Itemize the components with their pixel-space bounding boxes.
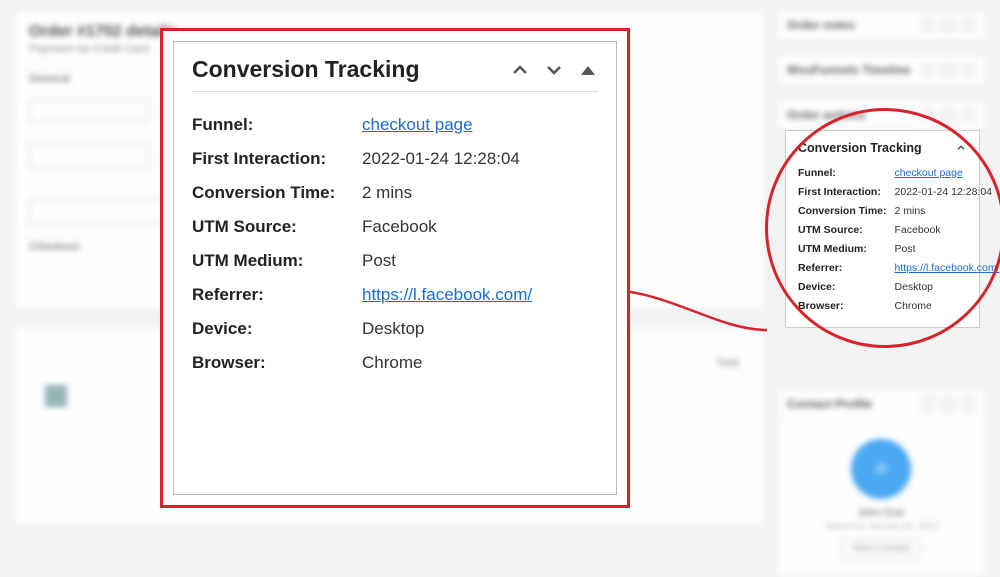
contact-joined: Joined On January 24, 2022	[785, 521, 977, 531]
tracking-title: Conversion Tracking	[798, 141, 922, 155]
popup-row-referrer: Referrer:https://l.facebook.com/	[192, 278, 598, 312]
tracking-row-referrer: Referrer:https://l.facebook.com/	[798, 258, 1000, 277]
popup-row-conversion-time: Conversion Time:2 mins	[192, 176, 598, 210]
popup-row-funnel: Funnel:checkout page	[192, 108, 598, 142]
move-down-icon[interactable]	[544, 60, 564, 80]
zoom-popup: Conversion Tracking Funnel:checkout page…	[160, 28, 630, 508]
panel-order-notes[interactable]: Order notes	[776, 10, 986, 41]
panel-conversion-tracking: Conversion Tracking Funnel:checkout page…	[785, 130, 980, 328]
collapse-popup-icon[interactable]	[578, 60, 598, 80]
contact-name: John Doe	[785, 507, 977, 519]
panel-contact-profile[interactable]: Contact Profile JD John Doe Joined On Ja…	[776, 389, 986, 577]
popup-referrer-link[interactable]: https://l.facebook.com/	[362, 285, 532, 304]
tracking-row-conversion-time: Conversion Time:2 mins	[798, 201, 1000, 220]
tracking-row-utm-source: UTM Source:Facebook	[798, 220, 1000, 239]
collapse-icon[interactable]	[955, 142, 967, 154]
move-up-icon[interactable]	[510, 60, 530, 80]
tracking-row-utm-medium: UTM Medium:Post	[798, 239, 1000, 258]
referrer-link[interactable]: https://l.facebook.com/	[895, 262, 1000, 274]
tracking-row-first-interaction: First Interaction:2022-01-24 12:28:04	[798, 182, 1000, 201]
avatar: JD	[851, 439, 911, 499]
popup-row-first-interaction: First Interaction:2022-01-24 12:28:04	[192, 142, 598, 176]
popup-funnel-link[interactable]: checkout page	[362, 115, 473, 134]
popup-row-device: Device:Desktop	[192, 312, 598, 346]
popup-row-utm-source: UTM Source:Facebook	[192, 210, 598, 244]
panel-order-actions[interactable]: Order actions	[776, 100, 986, 131]
customer-select[interactable]	[29, 199, 169, 223]
tracking-row-browser: Browser:Chrome	[798, 296, 1000, 315]
funnel-link[interactable]: checkout page	[895, 167, 963, 179]
popup-title: Conversion Tracking	[192, 56, 420, 83]
view-contact-button[interactable]: View Contact	[841, 539, 922, 558]
tracking-row-funnel: Funnel:checkout page	[798, 163, 1000, 182]
popup-row-utm-medium: UTM Medium:Post	[192, 244, 598, 278]
date-input[interactable]	[29, 99, 149, 123]
popup-row-browser: Browser:Chrome	[192, 346, 598, 380]
panel-timeline[interactable]: WooFunnels Timeline	[776, 55, 986, 86]
tracking-row-device: Device:Desktop	[798, 277, 1000, 296]
status-select[interactable]	[29, 145, 149, 169]
